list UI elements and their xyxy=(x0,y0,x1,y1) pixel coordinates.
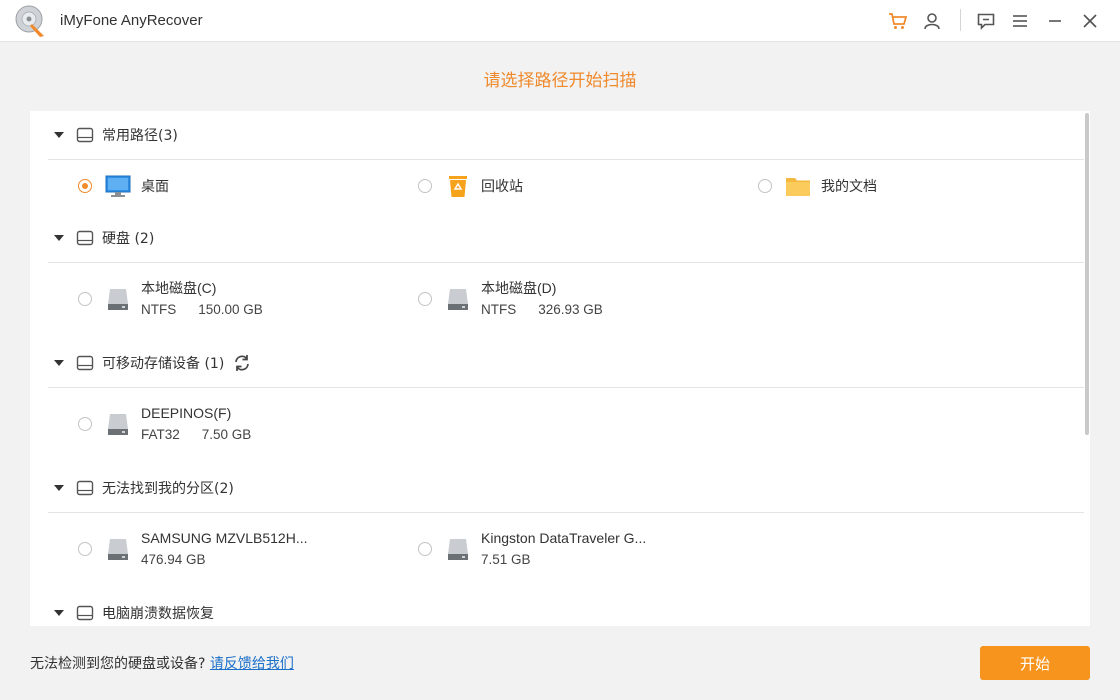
disk-item-kingston[interactable]: Kingston DataTraveler G... 7.51 GB xyxy=(418,527,646,571)
section-divider xyxy=(48,512,1084,513)
disk-name: 本地磁盘(C) xyxy=(141,280,217,296)
radio-recycle-bin[interactable] xyxy=(418,179,432,193)
disk-name: 本地磁盘(D) xyxy=(481,280,557,296)
path-item-desktop[interactable]: 桌面 xyxy=(78,173,169,199)
drive-icon xyxy=(76,230,94,246)
collapse-caret-icon[interactable] xyxy=(54,485,64,491)
section-crash-recovery[interactable]: 电脑崩溃数据恢复 xyxy=(50,589,1085,626)
drive-icon xyxy=(76,605,94,621)
minimize-icon[interactable] xyxy=(1043,9,1067,33)
scrollbar[interactable] xyxy=(1084,111,1090,626)
radio-desktop[interactable] xyxy=(78,179,92,193)
disk-filesystem: NTFS xyxy=(141,302,177,317)
radio-kingston[interactable] xyxy=(418,542,432,556)
disk-item-samsung[interactable]: SAMSUNG MZVLB512H... 476.94 GB xyxy=(78,527,308,571)
hard-drive-icon xyxy=(108,289,128,310)
section-label: 可移动存储设备 (1) xyxy=(102,356,225,372)
section-hard-disks[interactable]: 硬盘 (2) xyxy=(50,214,1085,262)
disk-item-f[interactable]: DEEPINOS(F) FAT32 7.50 GB xyxy=(78,402,251,446)
hard-drive-icon xyxy=(108,414,128,435)
disk-size: 150.00 GB xyxy=(198,302,263,317)
hard-drive-icon xyxy=(108,539,128,560)
radio-my-documents[interactable] xyxy=(758,179,772,193)
path-label: 回收站 xyxy=(481,179,523,195)
desktop-icon xyxy=(105,175,131,197)
drive-icon xyxy=(76,355,94,371)
disk-size: 7.51 GB xyxy=(481,552,531,567)
disk-name: Kingston DataTraveler G... xyxy=(481,530,647,546)
section-label: 常用路径(3) xyxy=(102,128,178,144)
section-label: 硬盘 (2) xyxy=(102,231,155,247)
path-label: 我的文档 xyxy=(821,179,877,195)
location-list-panel: 常用路径(3) 桌面 回收站 我的文档 硬盘 (2) 本地磁盘(C) NTFS 1… xyxy=(30,111,1090,626)
disk-name: SAMSUNG MZVLB512H... xyxy=(141,530,308,546)
folder-icon xyxy=(786,178,810,196)
section-removable-devices[interactable]: 可移动存储设备 (1) xyxy=(50,339,1085,387)
section-divider xyxy=(48,387,1084,388)
titlebar-divider xyxy=(960,9,961,31)
radio-samsung[interactable] xyxy=(78,542,92,556)
disk-name: DEEPINOS(F) xyxy=(141,405,232,421)
radio-disk-f[interactable] xyxy=(78,417,92,431)
disk-size: 476.94 GB xyxy=(141,552,206,567)
cart-icon[interactable] xyxy=(886,9,910,33)
app-title: iMyFone AnyRecover xyxy=(60,12,203,29)
section-common-paths[interactable]: 常用路径(3) xyxy=(50,111,1085,159)
collapse-caret-icon[interactable] xyxy=(54,360,64,366)
section-divider xyxy=(48,262,1084,263)
drive-icon xyxy=(76,127,94,143)
disk-item-d[interactable]: 本地磁盘(D) NTFS 326.93 GB xyxy=(418,277,603,321)
radio-disk-d[interactable] xyxy=(418,292,432,306)
page-heading: 请选择路径开始扫描 xyxy=(483,71,637,91)
user-icon[interactable] xyxy=(920,9,944,33)
path-item-recycle-bin[interactable]: 回收站 xyxy=(418,173,523,199)
drive-icon xyxy=(76,480,94,496)
title-bar: iMyFone AnyRecover xyxy=(0,0,1120,42)
footer-question: 无法检测到您的硬盘或设备? xyxy=(30,656,210,672)
disk-filesystem: NTFS xyxy=(481,302,517,317)
refresh-icon[interactable] xyxy=(232,353,252,373)
disk-filesystem: FAT32 xyxy=(141,427,180,442)
recycle-bin-icon xyxy=(449,176,467,197)
scrollbar-thumb[interactable] xyxy=(1085,113,1089,435)
hard-drive-icon xyxy=(448,289,468,310)
collapse-caret-icon[interactable] xyxy=(54,610,64,616)
section-divider xyxy=(48,159,1084,160)
collapse-caret-icon[interactable] xyxy=(54,235,64,241)
close-icon[interactable] xyxy=(1078,9,1102,33)
app-logo-icon xyxy=(15,5,44,37)
footer-help: 无法检测到您的硬盘或设备? 请反馈给我们 xyxy=(30,653,294,673)
start-button[interactable]: 开始 xyxy=(980,646,1090,680)
section-label: 电脑崩溃数据恢复 xyxy=(102,606,214,622)
path-item-my-documents[interactable]: 我的文档 xyxy=(758,173,877,199)
hard-drive-icon xyxy=(448,539,468,560)
feedback-link[interactable]: 请反馈给我们 xyxy=(210,656,294,672)
feedback-icon[interactable] xyxy=(974,9,998,33)
path-label: 桌面 xyxy=(141,179,169,195)
disk-size: 7.50 GB xyxy=(201,427,252,442)
radio-disk-c[interactable] xyxy=(78,292,92,306)
collapse-caret-icon[interactable] xyxy=(54,132,64,138)
disk-item-c[interactable]: 本地磁盘(C) NTFS 150.00 GB xyxy=(78,277,263,321)
disk-size: 326.93 GB xyxy=(538,302,603,317)
section-lost-partitions[interactable]: 无法找到我的分区(2) xyxy=(50,464,1085,512)
section-label: 无法找到我的分区(2) xyxy=(102,481,234,497)
menu-icon[interactable] xyxy=(1008,9,1032,33)
